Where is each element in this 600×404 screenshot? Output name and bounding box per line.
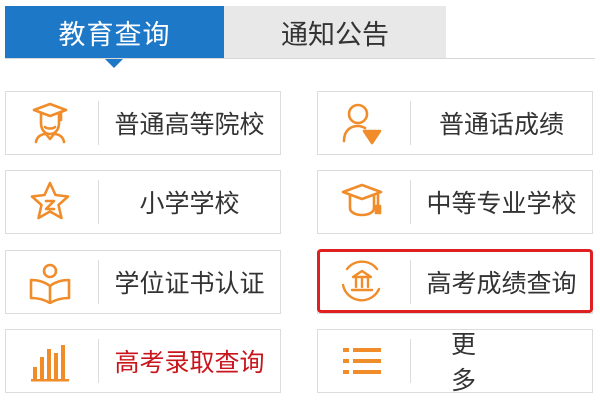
item-regular-universities[interactable]: 普通高等院校 [5,91,281,155]
graduate-icon [6,92,94,154]
speaker-person-icon [318,92,406,154]
tab-underline [5,58,595,59]
item-primary-schools[interactable]: 小学学校 [5,170,281,234]
list-icon [318,330,406,392]
tab-education-query-label: 教育查询 [58,19,171,51]
selection-highlight [317,249,593,313]
item-degree-certification[interactable]: 学位证书认证 [5,250,281,314]
bar-chart-icon [6,330,94,392]
item-secondary-vocational-schools[interactable]: 中等专业学校 [317,170,593,234]
mortarboard-icon [318,171,406,233]
item-gaokao-admission-query[interactable]: 高考录取查询 [5,329,281,393]
item-label: 高考录取查询 [114,348,265,377]
item-more[interactable]: 更 多 [317,329,593,395]
item-label: 更 多 [451,330,517,395]
item-label: 小学学校 [139,189,240,218]
item-label: 普通高等院校 [114,110,265,139]
tab-bar: 教育查询 通知公告 [0,0,600,68]
item-label: 中等专业学校 [426,189,577,218]
tab-education-query[interactable]: 教育查询 [5,6,224,68]
item-label: 普通话成绩 [438,110,564,139]
tab-notices-label: 通知公告 [281,19,389,51]
open-book-icon [6,251,94,313]
star-badge-icon [6,171,94,233]
tab-notices[interactable]: 通知公告 [224,6,446,58]
active-tab-arrow [104,58,124,68]
item-mandarin-score[interactable]: 普通话成绩 [317,91,593,155]
item-label: 学位证书认证 [114,269,265,298]
